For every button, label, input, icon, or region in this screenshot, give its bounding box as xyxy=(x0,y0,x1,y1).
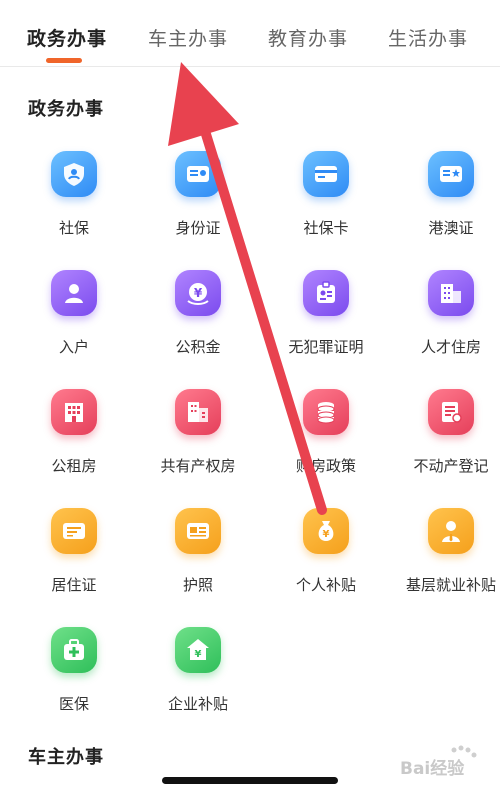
yuan-coin-icon: ¥ xyxy=(175,270,221,316)
service-personal-subsidy[interactable]: ¥ 个人补贴 xyxy=(265,508,387,618)
passport-icon xyxy=(175,508,221,554)
service-residence-permit[interactable]: 居住证 xyxy=(13,508,135,618)
service-home-purchase-policy[interactable]: 购房政策 xyxy=(265,389,387,499)
service-housing-fund[interactable]: ¥ 公积金 xyxy=(137,270,259,380)
service-label: 社保卡 xyxy=(303,219,349,237)
apartment-icon xyxy=(51,389,97,435)
shield-person-icon xyxy=(51,151,97,197)
service-label: 医保 xyxy=(58,695,89,713)
service-real-estate-registration[interactable]: 不动产登记 xyxy=(390,389,500,499)
service-label: 无犯罪证明 xyxy=(288,338,364,356)
id-card-icon xyxy=(175,151,221,197)
certificate-icon xyxy=(51,508,97,554)
coin-stack-icon xyxy=(303,389,349,435)
tab-life[interactable]: 生活办事 xyxy=(388,24,468,51)
service-hk-macau-permit[interactable]: 港澳证 xyxy=(390,151,500,261)
home-indicator[interactable] xyxy=(162,777,338,784)
service-label: 入户 xyxy=(58,338,89,356)
service-public-rental-housing[interactable]: 公租房 xyxy=(13,389,135,499)
tab-education[interactable]: 教育办事 xyxy=(268,24,348,51)
tab-government[interactable]: 政务办事 xyxy=(27,24,107,51)
service-label: 个人补贴 xyxy=(295,576,356,594)
service-label: 社保 xyxy=(58,219,89,237)
service-label: 港澳证 xyxy=(428,219,474,237)
service-label: 公租房 xyxy=(51,457,97,475)
service-label: 居住证 xyxy=(51,576,97,594)
tab-car-owner[interactable]: 车主办事 xyxy=(148,24,228,51)
house-yuan-icon: ¥ xyxy=(175,627,221,673)
service-social-card[interactable]: 社保卡 xyxy=(265,151,387,261)
document-icon xyxy=(428,389,474,435)
watermark-text: Bai经验 xyxy=(400,758,465,779)
person-icon xyxy=(51,270,97,316)
service-social-security[interactable]: 社保 xyxy=(13,151,135,261)
svg-text:¥: ¥ xyxy=(195,649,202,660)
buildings-icon xyxy=(175,389,221,435)
service-label: 共有产权房 xyxy=(160,457,236,475)
service-label: 护照 xyxy=(182,576,213,594)
service-label: 人才住房 xyxy=(420,338,481,356)
service-label: 不动产登记 xyxy=(413,457,489,475)
service-medical-insurance[interactable]: 医保 xyxy=(13,627,135,737)
active-tab-indicator xyxy=(46,58,82,63)
service-passport[interactable]: 护照 xyxy=(137,508,259,618)
worker-icon xyxy=(428,508,474,554)
svg-text:¥: ¥ xyxy=(194,286,203,300)
medical-kit-icon xyxy=(51,627,97,673)
money-bag-icon: ¥ xyxy=(303,508,349,554)
baidu-watermark-logo: Bai经验 xyxy=(396,744,486,784)
section-title-car-owner: 车主办事 xyxy=(28,747,104,768)
passport-star-icon xyxy=(428,151,474,197)
service-shared-ownership-housing[interactable]: 共有产权房 xyxy=(137,389,259,499)
service-label: 身份证 xyxy=(175,219,221,237)
service-grassroots-employment-subsidy[interactable]: 基层就业补贴 xyxy=(390,508,500,618)
service-label: 购房政策 xyxy=(295,457,356,475)
service-enterprise-subsidy[interactable]: ¥ 企业补贴 xyxy=(137,627,259,737)
service-label: 公积金 xyxy=(175,338,221,356)
top-tab-bar: 政务办事 车主办事 教育办事 生活办事 xyxy=(0,0,500,66)
service-label: 企业补贴 xyxy=(167,695,228,713)
service-talent-housing[interactable]: 人才住房 xyxy=(390,270,500,380)
service-label: 基层就业补贴 xyxy=(405,576,496,594)
service-no-criminal-record[interactable]: 无犯罪证明 xyxy=(265,270,387,380)
card-icon xyxy=(303,151,349,197)
section-title-government: 政务办事 xyxy=(28,99,104,120)
svg-text:¥: ¥ xyxy=(323,529,330,540)
building-icon xyxy=(428,270,474,316)
tabs-divider xyxy=(0,66,500,67)
service-household-registration[interactable]: 入户 xyxy=(13,270,135,380)
service-id-card[interactable]: 身份证 xyxy=(137,151,259,261)
badge-icon xyxy=(303,270,349,316)
